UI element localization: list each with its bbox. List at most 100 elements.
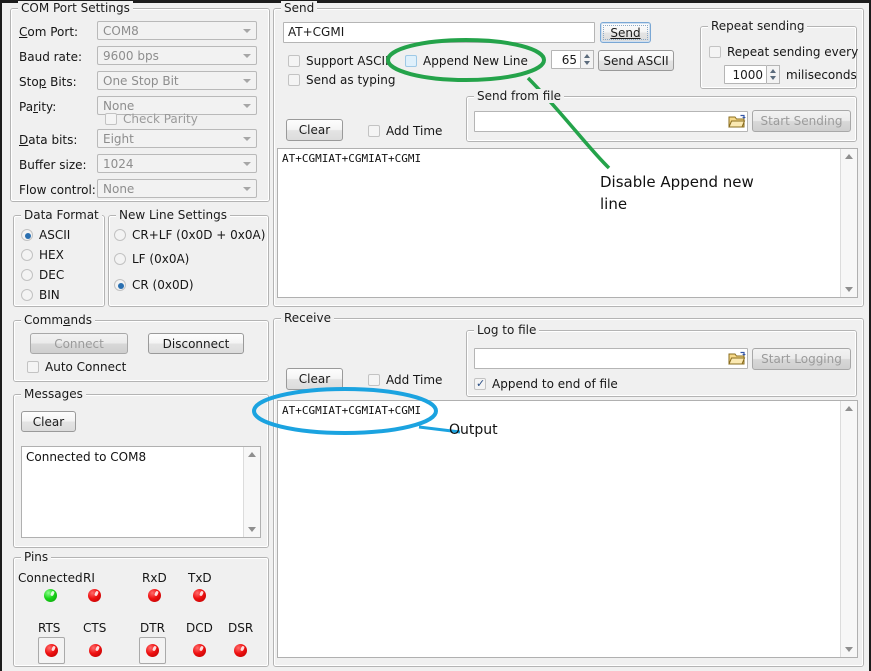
send-ascii-button[interactable]: Send ASCII — [598, 50, 674, 71]
window-left-border — [0, 0, 2, 671]
repeat-interval-stepper[interactable] — [767, 65, 780, 84]
chevron-down-icon — [243, 54, 251, 58]
radio-circle — [114, 253, 126, 265]
checkbox-box — [288, 74, 300, 86]
stepper-down-icon — [770, 76, 776, 80]
flow-control-label: Flow control: — [19, 183, 96, 197]
scroll-down-icon[interactable] — [248, 527, 256, 532]
radio-newline-crlf[interactable]: CR+LF (0x0D + 0x0A) — [114, 228, 265, 242]
messages-scrollbar[interactable] — [243, 447, 260, 537]
folder-open-icon[interactable] — [728, 114, 746, 130]
send-as-typing-checkbox[interactable]: Send as typing — [288, 73, 395, 87]
pins-title: Pins — [21, 550, 51, 564]
send-clear-button[interactable]: Clear — [286, 119, 343, 141]
start-sending-label: Start Sending — [761, 115, 843, 127]
radio-circle — [21, 289, 33, 301]
send-clear-label: Clear — [299, 124, 330, 136]
check-parity-label: Check Parity — [123, 112, 198, 126]
receive-scrollbar[interactable] — [840, 401, 857, 657]
data-bits-value: Eight — [103, 132, 134, 146]
send-log-scrollbar[interactable] — [840, 149, 857, 297]
chevron-down-icon — [243, 29, 251, 33]
radio-label: LF (0x0A) — [132, 252, 189, 266]
receive-output-text: AT+CGMIAT+CGMIAT+CGMI — [282, 404, 837, 417]
scroll-up-icon[interactable] — [248, 452, 256, 457]
baud-rate-label: Baud rate: — [19, 50, 82, 64]
radio-data-format-hex[interactable]: HEX — [21, 248, 64, 262]
messages-log-text: Connected to COM8 — [26, 450, 240, 464]
com-port-settings-title: COM Port Settings — [18, 1, 133, 15]
pin-label-connected: Connected — [18, 571, 83, 585]
flow-control-select[interactable]: None — [97, 179, 257, 198]
radio-label: BIN — [39, 288, 60, 302]
stepper-up-icon — [770, 69, 776, 73]
pin-label-dtr: DTR — [140, 621, 165, 635]
scroll-down-icon[interactable] — [845, 647, 853, 652]
send-button-label: Send — [610, 26, 640, 40]
parity-label: Parity: — [19, 100, 56, 114]
radio-newline-lf[interactable]: LF (0x0A) — [114, 252, 189, 266]
disable-append-line1: Disable Append new — [600, 171, 760, 193]
pin-label-dcd: DCD — [186, 621, 213, 635]
pin-label-rts: RTS — [38, 621, 60, 635]
pin-led-rts — [45, 644, 58, 657]
radio-data-format-bin[interactable]: BIN — [21, 288, 60, 302]
receive-add-time-label: Add Time — [386, 373, 442, 387]
log-file-path-input[interactable] — [474, 348, 748, 369]
com-port-select[interactable]: COM8 — [97, 21, 257, 40]
stepper-down-icon — [584, 61, 590, 65]
start-logging-button[interactable]: Start Logging — [752, 348, 851, 370]
send-file-path-input[interactable] — [474, 111, 748, 132]
buffer-size-label: Buffer size: — [19, 158, 87, 172]
ascii-code-stepper[interactable] — [581, 50, 594, 69]
receive-add-time-checkbox[interactable]: Add Time — [368, 373, 442, 387]
start-sending-button[interactable]: Start Sending — [752, 110, 851, 132]
disable-append-annotation: Disable Append new line — [600, 171, 760, 215]
scroll-up-icon[interactable] — [845, 406, 853, 411]
folder-open-icon[interactable] — [728, 351, 746, 367]
checkbox-box — [288, 55, 300, 67]
stop-bits-select[interactable]: One Stop Bit — [97, 71, 257, 90]
buffer-size-select[interactable]: 1024 — [97, 154, 257, 173]
send-log-area[interactable]: AT+CGMIAT+CGMIAT+CGMI — [277, 148, 858, 298]
repeat-sending-checkbox[interactable]: Repeat sending every — [709, 45, 858, 59]
baud-rate-value: 9600 bps — [103, 49, 159, 63]
pin-led-connected — [44, 589, 57, 602]
repeat-interval-input[interactable]: 1000 — [724, 65, 767, 84]
append-new-line-label: Append New Line — [423, 54, 528, 68]
data-format-title: Data Format — [21, 208, 102, 222]
append-to-end-checkbox[interactable]: ✓ Append to end of file — [474, 377, 618, 391]
receive-output-area[interactable]: AT+CGMIAT+CGMIAT+CGMI — [277, 400, 858, 658]
auto-connect-checkbox[interactable]: Auto Connect — [27, 360, 126, 374]
receive-clear-button[interactable]: Clear — [286, 368, 343, 390]
checkbox-box — [368, 125, 380, 137]
send-input[interactable]: AT+CGMI — [283, 22, 595, 43]
chevron-down-icon — [243, 104, 251, 108]
new-line-settings-title: New Line Settings — [116, 208, 230, 222]
append-new-line-checkbox[interactable]: Append New Line — [405, 54, 528, 68]
radio-circle — [21, 269, 33, 281]
disconnect-button[interactable]: Disconnect — [148, 333, 244, 354]
send-add-time-checkbox[interactable]: Add Time — [368, 124, 442, 138]
messages-clear-label: Clear — [33, 416, 64, 428]
radio-newline-cr[interactable]: CR (0x0D) — [114, 278, 194, 292]
connect-button[interactable]: Connect — [30, 333, 128, 354]
send-input-value: AT+CGMI — [288, 25, 344, 39]
radio-circle — [114, 279, 126, 291]
send-button[interactable]: Send — [600, 22, 651, 43]
scroll-up-icon[interactable] — [845, 154, 853, 159]
messages-clear-button[interactable]: Clear — [21, 411, 76, 432]
support-ascii-checkbox[interactable]: Support ASCII — [288, 54, 389, 68]
radio-label: CR (0x0D) — [132, 278, 194, 292]
check-parity-checkbox[interactable]: Check Parity — [105, 112, 198, 126]
checkbox-box — [105, 113, 117, 125]
messages-log-area[interactable]: Connected to COM8 — [21, 446, 261, 538]
scroll-down-icon[interactable] — [845, 287, 853, 292]
send-log-text: AT+CGMIAT+CGMIAT+CGMI — [282, 152, 837, 165]
chevron-down-icon — [243, 187, 251, 191]
baud-rate-select[interactable]: 9600 bps — [97, 46, 257, 65]
data-bits-select[interactable]: Eight — [97, 129, 257, 148]
radio-data-format-dec[interactable]: DEC — [21, 268, 64, 282]
ascii-code-input[interactable]: 65 — [551, 50, 581, 69]
radio-data-format-ascii[interactable]: ASCII — [21, 228, 70, 242]
